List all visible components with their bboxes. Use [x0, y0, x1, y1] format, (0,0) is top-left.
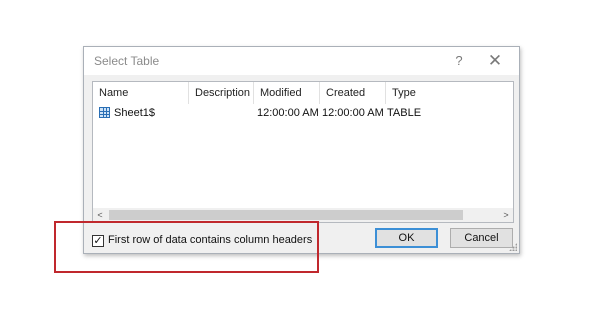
close-icon[interactable]: ✕ [485, 51, 505, 71]
highlight-box [54, 221, 319, 273]
dialog-title: Select Table [94, 54, 160, 68]
row-name: Sheet1$ [114, 107, 155, 119]
column-header-created[interactable]: Created [320, 82, 385, 104]
scroll-left-icon[interactable]: < [93, 208, 107, 222]
help-icon[interactable]: ? [449, 51, 469, 71]
ok-button[interactable]: OK [375, 228, 438, 248]
column-header-description[interactable]: Description [189, 82, 253, 104]
horizontal-scrollbar[interactable]: < > [93, 208, 513, 222]
scroll-thumb[interactable] [109, 210, 463, 220]
table-row[interactable]: Sheet1$ 12:00:00 AM 12:00:00 AM TABLE [93, 104, 513, 122]
row-created: 12:00:00 AM [322, 107, 384, 119]
title-bar: Select Table ? ✕ [84, 47, 519, 75]
column-header-type[interactable]: Type [386, 82, 446, 104]
scroll-right-icon[interactable]: > [499, 208, 513, 222]
cancel-button[interactable]: Cancel [450, 228, 513, 248]
row-modified: 12:00:00 AM [257, 107, 319, 119]
table-list[interactable]: Name Description Modified Created Type S… [92, 81, 514, 223]
row-type: TABLE [387, 107, 422, 119]
column-header-modified[interactable]: Modified [254, 82, 319, 104]
column-header-name[interactable]: Name [93, 82, 188, 104]
table-icon [99, 107, 110, 118]
